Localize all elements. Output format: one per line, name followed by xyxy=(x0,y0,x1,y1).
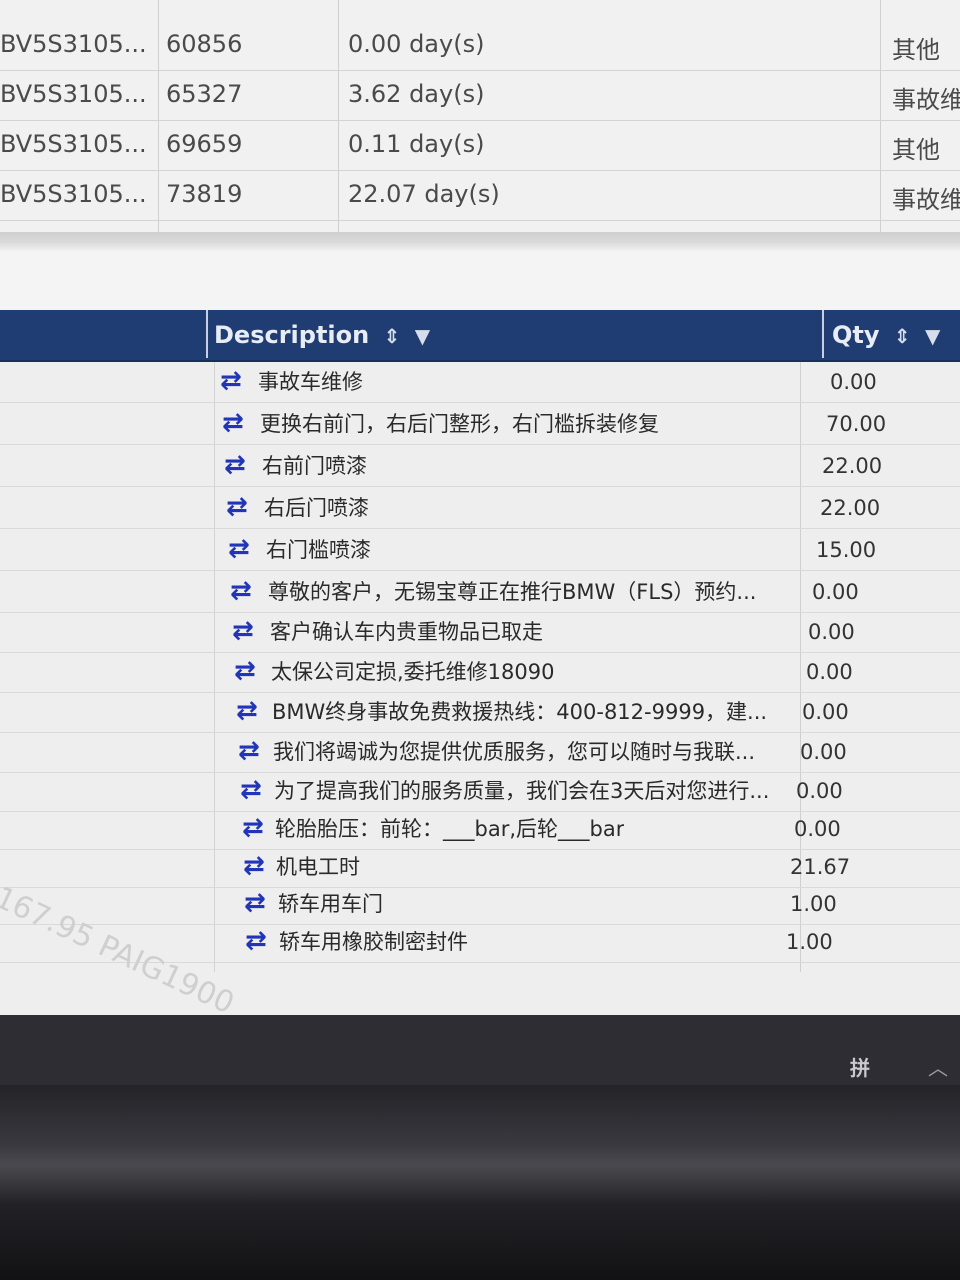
duration-cell: 0.11 day(s) xyxy=(348,130,485,158)
table-row[interactable]: ⇄ 右后门喷漆 22.00 xyxy=(0,488,960,529)
table-row[interactable]: ⇄ 太保公司定损,委托维修18090 0.00 xyxy=(0,652,960,693)
description-cell: 事故车维修 xyxy=(258,370,363,394)
sort-icon[interactable]: ⇕ xyxy=(384,324,401,348)
description-cell: 右门槛喷漆 xyxy=(266,538,371,562)
description-cell: 太保公司定损,委托维修18090 xyxy=(271,660,555,684)
vin-cell: BV5S3105... xyxy=(0,80,147,108)
qty-cell: 22.00 xyxy=(820,496,881,520)
type-cell: 事故维 xyxy=(892,86,960,114)
table-row[interactable]: ⇄ 客户确认车内贵重物品已取走 0.00 xyxy=(0,612,960,653)
screen: BV5S3105... 60856 0.00 day(s) 其他 BV5S310… xyxy=(0,0,960,1015)
column-header-description[interactable]: Description ⇕ ▼ xyxy=(206,310,430,358)
qty-cell: 0.00 xyxy=(794,817,841,841)
vin-cell: BV5S3105... xyxy=(0,130,147,158)
description-cell: 为了提高我们的服务质量，我们会在3天后对您进行... xyxy=(274,779,770,803)
transfer-arrows-icon[interactable]: ⇄ xyxy=(228,536,262,562)
description-cell: 机电工时 xyxy=(276,855,360,879)
panel-splitter[interactable] xyxy=(0,232,960,310)
transfer-arrows-icon[interactable]: ⇄ xyxy=(226,494,260,520)
table-row[interactable]: ⇄ 事故车维修 0.00 xyxy=(0,362,960,403)
column-header-label: Description xyxy=(214,321,370,349)
qty-cell: 0.00 xyxy=(806,660,853,684)
table-row[interactable]: ⇄ BMW终身事故免费救援热线：400-812-9999，建... 0.00 xyxy=(0,692,960,733)
table-row[interactable]: ⇄ 轿车用车门 1.00 xyxy=(0,884,960,925)
type-cell: 其他 xyxy=(892,136,940,164)
duration-cell: 3.62 day(s) xyxy=(348,80,485,108)
description-cell: 轮胎胎压：前轮：___bar,后轮___bar xyxy=(275,817,625,841)
table-row[interactable]: BV5S3105... 73819 22.07 day(s) 事故维 xyxy=(0,170,960,221)
monitor-bezel xyxy=(0,1085,960,1280)
chevron-up-icon[interactable]: ︿ xyxy=(928,1052,948,1081)
qty-cell: 15.00 xyxy=(816,538,877,562)
description-cell: 轿车用车门 xyxy=(278,892,383,916)
mileage-cell: 60856 xyxy=(166,30,243,58)
transfer-arrows-icon[interactable]: ⇄ xyxy=(238,738,272,764)
transfer-arrows-icon[interactable]: ⇄ xyxy=(244,890,278,916)
transfer-arrows-icon[interactable]: ⇄ xyxy=(220,368,254,394)
qty-cell: 70.00 xyxy=(826,412,887,436)
transfer-arrows-icon[interactable]: ⇄ xyxy=(242,815,276,841)
transfer-arrows-icon[interactable]: ⇄ xyxy=(222,410,256,436)
qty-cell: 1.00 xyxy=(790,892,837,916)
vehicle-history-table: BV5S3105... 60856 0.00 day(s) 其他 BV5S310… xyxy=(0,0,960,232)
qty-cell: 0.00 xyxy=(796,779,843,803)
qty-cell: 0.00 xyxy=(830,370,877,394)
column-header-label: Qty xyxy=(832,321,880,349)
description-cell: 右前门喷漆 xyxy=(262,454,367,478)
duration-cell: 0.00 day(s) xyxy=(348,30,485,58)
type-cell: 事故维 xyxy=(892,186,960,214)
table-row[interactable]: ⇄ 更换右前门，右后门整形，右门槛拆装修复 70.00 xyxy=(0,404,960,445)
description-cell: 尊敬的客户，无锡宝尊正在推行BMW（FLS）预约... xyxy=(268,580,757,604)
transfer-arrows-icon[interactable]: ⇄ xyxy=(230,578,264,604)
column-header-qty[interactable]: Qty ⇕ ▼ xyxy=(822,310,940,358)
transfer-arrows-icon[interactable]: ⇄ xyxy=(245,928,279,954)
transfer-arrows-icon[interactable]: ⇄ xyxy=(236,698,270,724)
vin-cell: BV5S3105... xyxy=(0,30,147,58)
type-cell: 其他 xyxy=(892,36,940,64)
transfer-arrows-icon[interactable]: ⇄ xyxy=(240,777,274,803)
description-cell: 我们将竭诚为您提供优质服务，您可以随时与我联... xyxy=(273,740,756,764)
transfer-arrows-icon[interactable]: ⇄ xyxy=(243,853,277,879)
sort-icon[interactable]: ⇕ xyxy=(894,324,911,348)
table-header: Description ⇕ ▼ Qty ⇕ ▼ xyxy=(0,310,960,362)
table-row[interactable]: ⇄ 机电工时 21.67 xyxy=(0,847,960,888)
description-cell: 右后门喷漆 xyxy=(264,496,369,520)
table-row[interactable]: ⇄ 我们将竭诚为您提供优质服务，您可以随时与我联... 0.00 xyxy=(0,732,960,773)
description-cell: 轿车用橡胶制密封件 xyxy=(279,930,468,954)
table-row[interactable]: ⇄ 为了提高我们的服务质量，我们会在3天后对您进行... 0.00 xyxy=(0,771,960,812)
mileage-cell: 69659 xyxy=(166,130,243,158)
detail-rows: ⇄ 事故车维修 0.00 ⇄ 更换右前门，右后门整形，右门槛拆装修复 70.00… xyxy=(0,362,960,972)
qty-cell: 1.00 xyxy=(786,930,833,954)
filter-icon[interactable]: ▼ xyxy=(925,324,940,348)
transfer-arrows-icon[interactable]: ⇄ xyxy=(232,618,266,644)
taskbar xyxy=(0,1015,960,1085)
qty-cell: 0.00 xyxy=(802,700,849,724)
description-cell: 客户确认车内贵重物品已取走 xyxy=(270,620,543,644)
mileage-cell: 65327 xyxy=(166,80,243,108)
table-row[interactable]: ⇄ 右门槛喷漆 15.00 xyxy=(0,530,960,571)
qty-cell: 0.00 xyxy=(800,740,847,764)
description-cell: 更换右前门，右后门整形，右门槛拆装修复 xyxy=(260,412,659,436)
table-row[interactable]: BV5S3105... 60856 0.00 day(s) 其他 xyxy=(0,20,960,71)
qty-cell: 0.00 xyxy=(808,620,855,644)
ime-indicator[interactable]: 拼 xyxy=(850,1052,870,1081)
mileage-cell: 73819 xyxy=(166,180,243,208)
qty-cell: 21.67 xyxy=(790,855,851,879)
transfer-arrows-icon[interactable]: ⇄ xyxy=(224,452,258,478)
filter-icon[interactable]: ▼ xyxy=(415,324,430,348)
table-row[interactable]: BV5S3105... 65327 3.62 day(s) 事故维 xyxy=(0,70,960,121)
duration-cell: 22.07 day(s) xyxy=(348,180,500,208)
qty-cell: 0.00 xyxy=(812,580,859,604)
table-row[interactable]: ⇄ 轮胎胎压：前轮：___bar,后轮___bar 0.00 xyxy=(0,809,960,850)
transfer-arrows-icon[interactable]: ⇄ xyxy=(234,658,268,684)
description-cell: BMW终身事故免费救援热线：400-812-9999，建... xyxy=(272,700,768,724)
vin-cell: BV5S3105... xyxy=(0,180,147,208)
table-row[interactable]: ⇄ 尊敬的客户，无锡宝尊正在推行BMW（FLS）预约... 0.00 xyxy=(0,572,960,613)
qty-cell: 22.00 xyxy=(822,454,883,478)
table-row[interactable]: BV5S3105... 69659 0.11 day(s) 其他 xyxy=(0,120,960,171)
table-row[interactable]: ⇄ 右前门喷漆 22.00 xyxy=(0,446,960,487)
